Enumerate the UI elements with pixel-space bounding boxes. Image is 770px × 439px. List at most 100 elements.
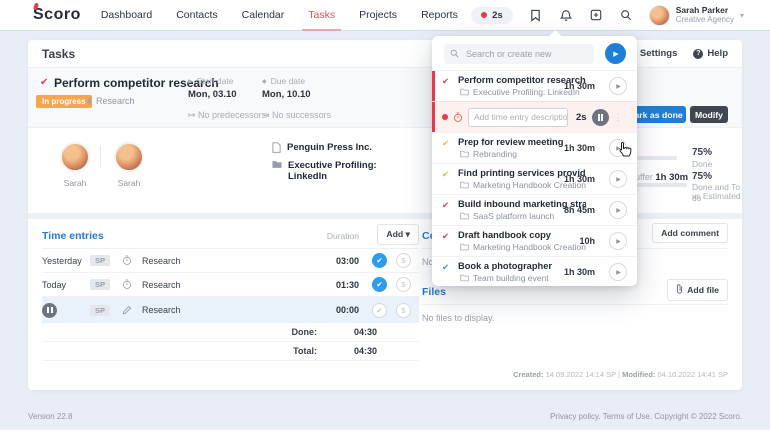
entry-done-toggle[interactable]: ✔	[372, 253, 387, 268]
entry-billing-toggle[interactable]: $	[396, 277, 411, 292]
legal-links[interactable]: Privacy policy. Terms of Use. Copyright …	[550, 412, 742, 421]
nav-dashboard[interactable]: Dashboard	[101, 1, 152, 29]
pause-timer-button[interactable]	[591, 108, 609, 126]
estimate-label-2: vs Estimated	[692, 191, 741, 201]
dropdown-caret	[549, 30, 562, 43]
user-initials-badge: SP	[90, 279, 111, 290]
nav-contacts[interactable]: Contacts	[176, 1, 217, 29]
assignee-avatar[interactable]	[114, 142, 144, 172]
user-menu[interactable]: Sarah Parker Creative Agency ▾	[648, 4, 744, 26]
stopwatch-icon	[123, 279, 132, 289]
folder-icon	[460, 243, 469, 251]
nav-reports[interactable]: Reports	[421, 1, 458, 29]
divider	[100, 146, 101, 168]
lightning-icon	[86, 96, 93, 106]
entry-done-toggle[interactable]: ✔	[372, 302, 387, 318]
scoro-logo[interactable]: Scoro	[33, 2, 81, 24]
task-list-item[interactable]: ✔ Draft handbook copy Marketing Handbook…	[432, 225, 637, 256]
caret-down-icon: ▾	[405, 229, 410, 239]
nav-tasks[interactable]: Tasks	[302, 1, 341, 31]
task-list-item[interactable]: ✔ Perform competitor research Executive …	[432, 70, 637, 101]
chevron-down-icon: ▾	[739, 10, 744, 20]
folder-icon	[460, 181, 469, 189]
stopwatch-icon	[453, 111, 463, 122]
company-link[interactable]: Penguin Press Inc.	[272, 142, 372, 153]
time-entry-row[interactable]: Today SP Research 01:30 ✔ $	[42, 273, 419, 297]
grand-total-row: Total: 04:30	[42, 342, 419, 361]
folder-icon	[460, 150, 469, 158]
time-entry-row-running[interactable]: SP Research 00:00 ✔ $	[42, 297, 419, 323]
start-timer-button[interactable]: ▶	[609, 170, 627, 188]
play-icon: ▶	[616, 238, 621, 245]
files-empty-text: No files to display.	[422, 313, 495, 323]
start-date-icon: ▶	[188, 78, 193, 85]
due-date-value: Mon, 10.10	[262, 89, 311, 100]
start-timer-button[interactable]: ▶	[609, 263, 627, 281]
folder-icon	[460, 88, 469, 96]
nav-projects[interactable]: Projects	[359, 1, 397, 29]
task-check-icon: ✔	[442, 231, 450, 241]
entry-billing-toggle[interactable]: $	[396, 302, 411, 318]
done-percent-label: Done	[692, 159, 713, 169]
assignee-name: Sarah	[117, 178, 141, 188]
help-icon: ?	[693, 48, 704, 59]
start-timer-button[interactable]: ▶	[609, 139, 627, 157]
scoro-app: Scoro Dashboard Contacts Calendar Tasks …	[0, 0, 770, 439]
project-link[interactable]: Executive Profiling: LinkedIn	[272, 160, 382, 182]
bookmark-icon[interactable]	[529, 8, 543, 22]
active-timer-row[interactable]: 2s ⋮	[432, 101, 637, 132]
time-entries-title[interactable]: Time entries	[42, 230, 104, 242]
pause-icon[interactable]	[42, 302, 57, 318]
time-entry-row[interactable]: Yesterday SP Research 03:00 ✔ $	[42, 249, 419, 273]
add-comment-button[interactable]: Add comment	[652, 223, 728, 243]
add-file-button[interactable]: Add file	[667, 279, 728, 301]
buffer-label: Buffer 1h 30m	[629, 172, 689, 183]
task-list-item[interactable]: ✔ Prep for review meeting Rebranding 1h …	[432, 132, 637, 163]
nav-calendar[interactable]: Calendar	[242, 1, 285, 29]
files-title[interactable]: Files	[422, 286, 446, 298]
search-icon	[450, 49, 459, 58]
add-time-entry-button[interactable]: Add ▾	[377, 224, 419, 245]
task-list-item[interactable]: ✔ Build inbound marketing strategy SaaS …	[432, 194, 637, 225]
time-entry-description-input[interactable]	[468, 107, 568, 127]
notifications-bell-icon[interactable]	[559, 8, 573, 22]
modify-button[interactable]: Modify	[690, 106, 728, 123]
folder-icon	[272, 161, 282, 168]
estimate-percent: 75%	[692, 171, 713, 182]
duration-column-header: Duration	[326, 230, 359, 241]
entry-done-toggle[interactable]: ✔	[372, 277, 387, 292]
kebab-menu-icon[interactable]: ⋮	[614, 112, 623, 123]
task-tag[interactable]: Research	[86, 96, 135, 106]
page-title: Tasks	[42, 46, 76, 61]
due-date-block: ◆ Due date Mon, 10.10	[262, 76, 311, 100]
predecessors-label[interactable]: ↦ No predecessors	[188, 110, 266, 121]
successors-label[interactable]: ⇥ No successors	[262, 110, 331, 121]
timer-dropdown: ▶ ✔ Perform competitor research Executiv…	[432, 30, 637, 287]
start-new-timer-button[interactable]: ▶	[605, 43, 626, 64]
task-search-input[interactable]	[444, 44, 594, 64]
global-timer-pill[interactable]: 2s	[471, 6, 513, 24]
start-timer-button[interactable]: ▶	[609, 77, 627, 95]
start-date-block: ▶ Start date Mon, 03.10	[188, 76, 237, 100]
user-initials-badge: SP	[90, 304, 111, 316]
task-list-item[interactable]: ✔ Book a photographer Team building even…	[432, 256, 637, 287]
help-button[interactable]: ? Help	[693, 48, 728, 59]
play-icon: ▶	[616, 269, 621, 276]
quick-add-icon[interactable]	[589, 8, 603, 22]
paperclip-icon	[676, 284, 683, 296]
folder-icon	[460, 274, 469, 282]
task-check-icon: ✔	[442, 169, 450, 179]
user-initials-badge: SP	[90, 255, 111, 266]
start-timer-button[interactable]: ▶	[609, 201, 627, 219]
done-total-row: Done: 04:30	[42, 323, 419, 342]
task-check-icon: ✔	[442, 138, 450, 148]
entry-billing-toggle[interactable]: $	[396, 253, 411, 268]
play-icon: ▶	[613, 50, 619, 58]
start-timer-button[interactable]: ▶	[609, 232, 627, 250]
search-icon[interactable]	[619, 8, 633, 22]
task-status-check-icon[interactable]: ✔	[40, 77, 48, 88]
assignee-avatar[interactable]	[60, 142, 90, 172]
document-icon	[272, 142, 281, 153]
play-icon: ▶	[616, 176, 621, 183]
task-list-item[interactable]: ✔ Find printing services provider for ..…	[432, 163, 637, 194]
